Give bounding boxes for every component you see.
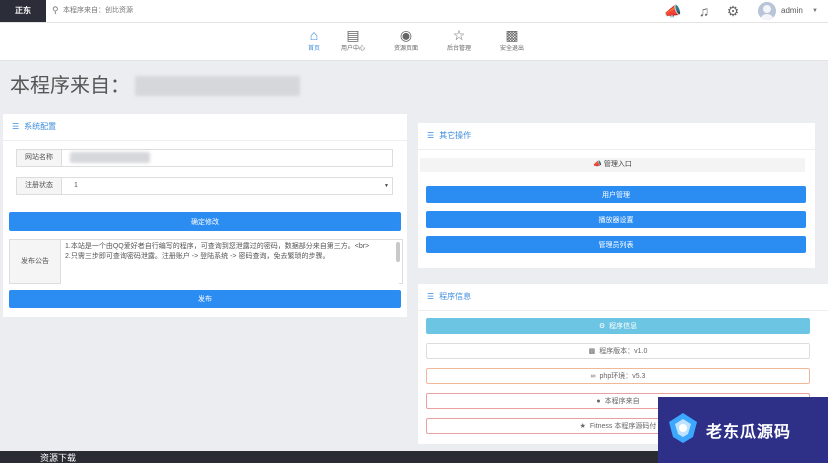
bars-icon: ▩: [505, 27, 519, 43]
publish-button[interactable]: 发布: [9, 290, 401, 308]
brand-logo[interactable]: 正东: [0, 0, 46, 22]
trophy-icon: ★: [579, 423, 586, 430]
top-bar: 正东 ⚲ 📣 ♫ ⚙ admin ▼: [0, 0, 828, 23]
site-name-label: 网站名称: [17, 150, 62, 166]
watermark-badge: 老东瓜源码: [658, 397, 828, 463]
admin-list-button[interactable]: 管理员列表: [426, 236, 806, 253]
panel-header: ☰ 系统配置: [3, 114, 407, 141]
gear-icon[interactable]: ⚙: [722, 0, 744, 22]
register-status-label: 注册状态: [17, 178, 62, 194]
redacted-site-name: [70, 152, 150, 163]
search-box: ⚲: [50, 4, 600, 17]
register-status-select[interactable]: 1: [74, 178, 78, 194]
player-settings-button[interactable]: 播放器设置: [426, 211, 806, 228]
panel-title: 系统配置: [24, 122, 57, 131]
register-status-field: 注册状态 1 ▼: [16, 177, 393, 195]
notice-textarea[interactable]: 1.本站是一个由QQ爱好者自行编写的程序，可查询到您泄露过的密码，数据部分来自第…: [61, 240, 399, 285]
user-icon: ●: [596, 398, 601, 405]
nav-item-label: 用户中心: [340, 46, 365, 52]
camera-icon: ◉: [399, 27, 413, 43]
nav-item-admin[interactable]: ☆ 后台管理: [433, 25, 485, 54]
program-info-header: ⚙ 程序信息: [426, 318, 810, 334]
search-icon: ⚲: [52, 5, 59, 15]
user-management-button[interactable]: 用户管理: [426, 186, 806, 203]
chevron-down-icon[interactable]: ▼: [812, 0, 818, 22]
nav-item-label: 后台管理: [446, 46, 471, 52]
confirm-edit-button[interactable]: 确定修改: [9, 212, 401, 231]
panel-title: 程序信息: [439, 292, 472, 301]
megaphone-icon[interactable]: 📣: [662, 0, 684, 22]
redacted-source: [135, 76, 300, 96]
nav-item-logout[interactable]: ▩ 安全退出: [486, 25, 538, 54]
scrollbar[interactable]: [396, 242, 400, 262]
nav-item-label: 安全退出: [499, 46, 524, 52]
menu-icon: ☰: [427, 292, 435, 301]
music-icon[interactable]: ♫: [693, 0, 715, 22]
diamond-icon: [669, 413, 697, 443]
nav-item-label: 资源页面: [393, 46, 418, 52]
star-icon: ☆: [452, 27, 466, 43]
panel-header: ☰ 其它操作: [418, 123, 815, 150]
php-env-row: ∞ php环境：v5.3: [426, 368, 810, 384]
watermark-text: 老东瓜源码: [706, 422, 792, 441]
notice-field: 发布公告 1.本站是一个由QQ爱好者自行编写的程序，可查询到您泄露过的密码，数据…: [9, 239, 403, 285]
notice-label: 发布公告: [10, 240, 61, 283]
search-input[interactable]: [63, 4, 363, 17]
nav-item-resources[interactable]: ◉ 资源页面: [380, 25, 432, 54]
panel-title: 其它操作: [439, 131, 472, 140]
avatar[interactable]: [758, 2, 776, 20]
footer-bar: 资源下载: [0, 451, 658, 463]
menu-icon: ☰: [427, 131, 435, 140]
megaphone-icon: 📣: [593, 161, 602, 168]
gear-icon: ⚙: [598, 323, 606, 330]
panel-header: ☰ 程序信息: [418, 284, 828, 311]
main-nav: ⌂ 首页 ▤ 用户中心 ◉ 资源页面 ☆ 后台管理 ▩ 安全退出: [0, 23, 828, 61]
monitor-icon: ▩: [588, 348, 596, 355]
program-version-row: ▩ 程序版本：v1.0: [426, 343, 810, 359]
link-icon: ∞: [590, 373, 596, 380]
username[interactable]: admin: [781, 0, 803, 22]
footer-text: 资源下载: [40, 453, 77, 463]
chevron-down-icon[interactable]: ▼: [384, 178, 389, 194]
user-center-icon: ▤: [346, 27, 360, 43]
menu-icon: ☰: [12, 122, 20, 131]
page-title: 本程序来自：: [10, 75, 130, 97]
admin-entry-link[interactable]: 📣 管理入口: [420, 158, 805, 172]
nav-item-user-center[interactable]: ▤ 用户中心: [327, 25, 379, 54]
admin-entry-label: 管理入口: [603, 161, 632, 168]
